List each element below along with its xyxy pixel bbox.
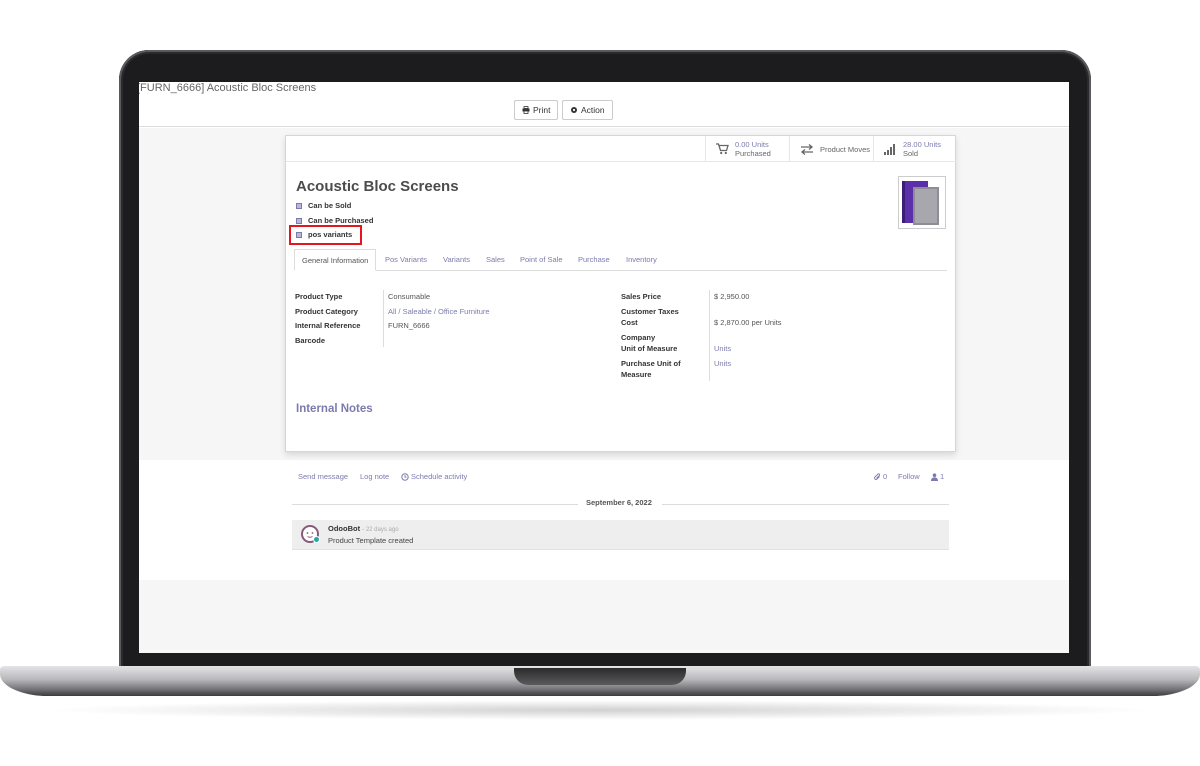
tab-general-information[interactable]: General Information — [294, 249, 377, 271]
followers-count: 1 — [940, 472, 945, 481]
print-button[interactable]: Print — [514, 100, 559, 120]
purchased-smart-button[interactable]: 0.00 Units Purchased — [705, 136, 789, 162]
unit-of-measure-label: Unit of Measure — [621, 344, 678, 353]
bar-chart-icon — [884, 144, 895, 155]
product-title: Acoustic Bloc Screens — [296, 178, 459, 195]
sold-label: Sold — [903, 149, 919, 158]
product-image[interactable] — [898, 176, 946, 229]
sold-value: 28.00 Units — [903, 140, 941, 149]
checkbox-icon — [296, 202, 302, 209]
unit-of-measure-field[interactable]: Units — [714, 343, 731, 354]
exchange-icon — [800, 143, 814, 155]
can-be-purchased-checkbox[interactable]: Can be Purchased — [296, 216, 373, 225]
user-icon — [931, 472, 938, 481]
product-moves-smart-button[interactable]: Product Moves — [789, 136, 873, 162]
checkbox-icon — [296, 217, 302, 224]
schedule-activity-label: Schedule activity — [411, 472, 468, 481]
follow-button[interactable]: Follow — [898, 472, 920, 481]
tab-variants[interactable]: Variants — [436, 249, 477, 271]
sales-price-field[interactable]: $ 2,950.00 — [714, 291, 749, 302]
laptop-notch — [514, 668, 686, 685]
can-be-sold-label: Can be Sold — [308, 201, 352, 210]
internal-reference-field[interactable]: FURN_6666 — [388, 320, 430, 331]
message-time: - 22 days ago — [362, 527, 399, 533]
control-panel: [FURN_6666] Acoustic Bloc Screens Print … — [139, 82, 1069, 127]
message-date: September 6, 2022 — [586, 498, 652, 507]
product-type-field[interactable]: Consumable — [388, 291, 430, 302]
print-label: Print — [533, 105, 551, 115]
tab-inventory[interactable]: Inventory — [619, 249, 664, 271]
message-author[interactable]: OdooBot - 22 days ago — [328, 524, 399, 533]
odoobot-avatar[interactable] — [301, 525, 320, 543]
cost-field[interactable]: $ 2,870.00 per Units — [714, 317, 782, 328]
breadcrumb: [FURN_6666] Acoustic Bloc Screens — [139, 82, 317, 94]
action-button[interactable]: Action — [562, 100, 613, 120]
product-moves-label: Product Moves — [820, 144, 871, 154]
product-category-field[interactable]: All / Saleable / Office Furniture — [388, 306, 490, 317]
internal-reference-label: Internal Reference — [295, 321, 361, 330]
customer-taxes-label: Customer Taxes — [621, 307, 679, 316]
field-separator — [709, 290, 710, 381]
screen: [FURN_6666] Acoustic Bloc Screens Print … — [139, 82, 1069, 653]
notebook-tabs: General Information Pos Variants Variant… — [294, 249, 947, 271]
product-category-label: Product Category — [295, 307, 358, 316]
attachments-button[interactable]: 0 — [874, 472, 887, 481]
page-footer-area — [139, 580, 1069, 653]
clock-icon — [401, 472, 409, 481]
action-label: Action — [581, 105, 605, 115]
online-status-dot — [313, 536, 320, 543]
product-type-label: Product Type — [295, 292, 343, 301]
message-body: Product Template created — [328, 536, 414, 545]
tab-point-of-sale[interactable]: Point of Sale — [513, 249, 570, 271]
date-separator-right — [662, 504, 949, 505]
laptop-shadow — [40, 700, 1160, 720]
print-icon — [522, 106, 530, 114]
tab-pos-variants[interactable]: Pos Variants — [378, 249, 434, 271]
purchase-uom-label-line2: Measure — [621, 370, 652, 379]
date-separator-left — [292, 504, 578, 505]
internal-notes-heading: Internal Notes — [296, 403, 373, 415]
form-sheet: 0.00 Units Purchased Product Moves 28.00… — [285, 135, 957, 452]
sales-price-label: Sales Price — [621, 292, 662, 301]
purchased-value: 0.00 Units — [735, 140, 769, 149]
purchase-uom-label-line1: Purchase Unit of — [621, 359, 681, 368]
smart-button-box: 0.00 Units Purchased Product Moves 28.00… — [286, 136, 957, 162]
can-be-purchased-label: Can be Purchased — [308, 216, 374, 225]
gear-icon — [571, 107, 577, 113]
schedule-activity-link[interactable]: Schedule activity — [401, 472, 467, 481]
barcode-label: Barcode — [295, 336, 326, 345]
sold-smart-button[interactable]: 28.00 Units Sold — [873, 136, 957, 162]
send-message-link[interactable]: Send message — [298, 472, 348, 481]
can-be-sold-checkbox[interactable]: Can be Sold — [296, 201, 351, 210]
author-name: OdooBot — [328, 524, 361, 533]
company-label: Company — [621, 333, 656, 342]
laptop-mockup: [FURN_6666] Acoustic Bloc Screens Print … — [0, 0, 1200, 766]
purchased-label: Purchased — [735, 149, 771, 158]
cost-label: Cost — [621, 318, 638, 327]
log-note-link[interactable]: Log note — [360, 472, 389, 481]
highlight-box — [289, 225, 362, 245]
chatter-message: OdooBot - 22 days ago Product Template c… — [292, 520, 949, 550]
purchase-uom-field[interactable]: Units — [714, 358, 731, 369]
field-separator — [383, 290, 384, 347]
paperclip-icon — [874, 472, 881, 480]
screen-panel-image — [902, 181, 939, 225]
tab-sales[interactable]: Sales — [479, 249, 512, 271]
tab-purchase[interactable]: Purchase — [571, 249, 617, 271]
followers-button[interactable]: 1 — [931, 472, 944, 481]
attachments-count: 0 — [883, 472, 888, 481]
cart-icon — [716, 143, 729, 155]
